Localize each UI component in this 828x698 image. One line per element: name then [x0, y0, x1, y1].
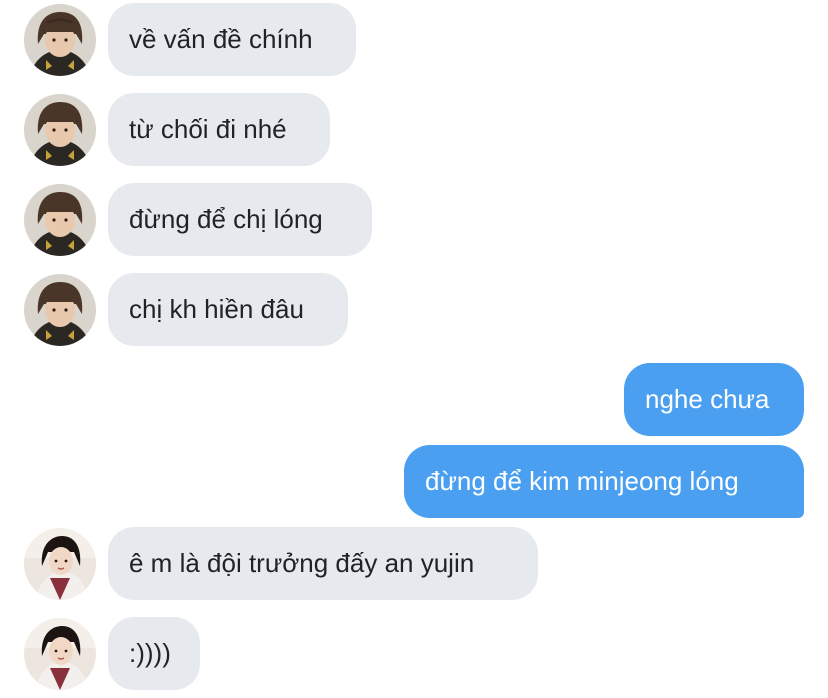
user-a-avatar[interactable] [24, 94, 96, 166]
user-b-avatar[interactable] [24, 528, 96, 600]
incoming-message[interactable]: về vấn đề chính [108, 3, 356, 76]
incoming-message[interactable]: chị kh hiền đâu [108, 273, 348, 346]
user-a-avatar[interactable] [24, 184, 96, 256]
outgoing-message[interactable]: nghe chưa [624, 363, 804, 436]
incoming-message[interactable]: :)))) [108, 617, 200, 690]
incoming-message[interactable]: ê m là đội trưởng đấy an yujin [108, 527, 538, 600]
outgoing-message[interactable]: đừng để kim minjeong lóng [404, 445, 804, 518]
incoming-message[interactable]: đừng để chị lóng [108, 183, 372, 256]
user-b-avatar[interactable] [24, 618, 96, 690]
incoming-message[interactable]: từ chối đi nhé [108, 93, 330, 166]
user-a-avatar[interactable] [24, 4, 96, 76]
user-a-avatar[interactable] [24, 274, 96, 346]
